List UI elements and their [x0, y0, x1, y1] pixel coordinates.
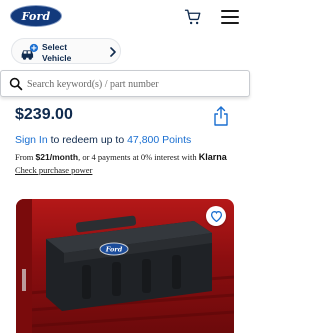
tool-box-illustration: Ford [16, 199, 234, 333]
sign-in-link[interactable]: Sign In [15, 134, 48, 146]
car-plus-icon [21, 43, 38, 60]
toolbox-ford-badge: Ford [105, 246, 123, 254]
search-input[interactable] [27, 74, 237, 94]
search-bar [0, 70, 250, 97]
financing-middle: , or 4 payments at 0% interest with [78, 152, 199, 162]
klarna-logo: Klarna [198, 152, 227, 162]
logo-text: Ford [21, 9, 51, 23]
product-price: $239.00 [15, 106, 73, 123]
product-image[interactable]: Ford [16, 199, 234, 333]
favorite-button[interactable] [206, 206, 226, 226]
select-vehicle-label: Select Vehicle [42, 42, 102, 63]
chevron-right-icon [110, 47, 116, 57]
monthly-price: $21/month [35, 152, 79, 162]
heart-icon [210, 211, 222, 222]
select-vehicle-button[interactable]: Select Vehicle [11, 38, 121, 64]
shopping-cart-icon[interactable] [184, 8, 202, 26]
search-icon[interactable] [9, 77, 23, 91]
rewards-points-line: Sign In to redeem up to 47,800 Points [15, 134, 191, 146]
select-vehicle-line1: Select [42, 42, 68, 52]
share-icon[interactable] [213, 106, 229, 126]
points-value-link[interactable]: 47,800 Points [127, 134, 191, 146]
financing-info: From $21/month, or 4 payments at 0% inte… [15, 152, 227, 162]
check-purchase-power-link[interactable]: Check purchase power [15, 165, 92, 175]
hamburger-menu-icon[interactable] [221, 10, 239, 24]
ford-logo[interactable]: Ford [10, 5, 62, 27]
points-text: to redeem up to [47, 134, 128, 146]
financing-prefix: From [15, 152, 36, 162]
select-vehicle-line2: Vehicle [42, 52, 72, 63]
